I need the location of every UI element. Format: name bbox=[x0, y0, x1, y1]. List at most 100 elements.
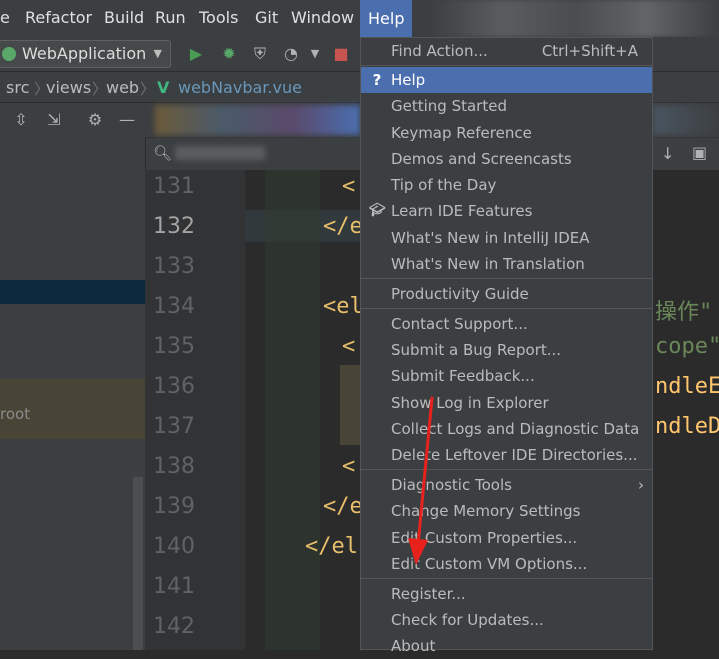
code-token: </e bbox=[323, 494, 363, 519]
run-config-label: WebApplication bbox=[22, 44, 147, 63]
code-token: ndleDe bbox=[655, 414, 719, 439]
menu-window[interactable]: Window bbox=[291, 8, 354, 27]
breadcrumb-separator-icon: 〉 bbox=[140, 80, 156, 98]
run-icon[interactable]: ▶ bbox=[185, 43, 207, 65]
chevron-down-icon: ▼ bbox=[153, 47, 162, 60]
menu-item-label: Keymap Reference bbox=[391, 124, 532, 142]
menu-item-whats-new-idea[interactable]: What's New in IntelliJ IDEA bbox=[361, 225, 652, 251]
menu-edit[interactable]: e bbox=[0, 8, 10, 27]
vue-file-icon: V bbox=[157, 78, 170, 97]
menu-item-label: Tip of the Day bbox=[391, 176, 497, 194]
menu-item-check-updates[interactable]: Check for Updates... bbox=[361, 607, 652, 633]
expand-all-icon[interactable]: ⇳ bbox=[10, 109, 32, 131]
menu-item-productivity-guide[interactable]: Productivity Guide bbox=[361, 281, 652, 307]
code-token: 操作" fi bbox=[655, 300, 719, 325]
debug-icon[interactable]: ✹ bbox=[218, 43, 240, 65]
selected-tree-row[interactable] bbox=[0, 280, 145, 304]
menu-item-show-log[interactable]: Show Log in Explorer bbox=[361, 390, 652, 416]
menu-item-label: Demos and Screencasts bbox=[391, 150, 572, 168]
menu-item-diagnostic-tools[interactable]: Diagnostic Tools › bbox=[361, 472, 652, 498]
editor-tab[interactable] bbox=[653, 105, 719, 135]
breadcrumb-separator-icon: 〉 bbox=[92, 80, 108, 98]
menu-item-delete-leftover[interactable]: Delete Leftover IDE Directories... bbox=[361, 442, 652, 468]
menu-item-label: Diagnostic Tools bbox=[391, 476, 512, 494]
collapse-all-icon[interactable]: ⇲ bbox=[43, 109, 65, 131]
menu-item-label: Check for Updates... bbox=[391, 611, 544, 629]
code-token: <el bbox=[323, 294, 363, 319]
profiler-icon[interactable]: ◔ bbox=[280, 43, 302, 65]
menu-separator bbox=[361, 65, 652, 66]
line-number-gutter: 131 132 133 134 135 136 137 138 139 140 … bbox=[145, 170, 245, 650]
menu-item-change-memory[interactable]: Change Memory Settings bbox=[361, 498, 652, 524]
menu-item-label: Submit a Bug Report... bbox=[391, 341, 562, 359]
menu-item-whats-new-translation[interactable]: What's New in Translation bbox=[361, 251, 652, 277]
chevron-right-icon: › bbox=[638, 476, 644, 494]
menu-tools[interactable]: Tools bbox=[199, 8, 238, 27]
minimize-icon[interactable]: — bbox=[116, 109, 138, 131]
arrow-down-icon[interactable]: ↓ bbox=[661, 144, 674, 163]
menu-item-register[interactable]: Register... bbox=[361, 581, 652, 607]
indent-highlight bbox=[340, 365, 360, 445]
menu-item-shortcut: Ctrl+Shift+A bbox=[541, 42, 638, 60]
menu-git[interactable]: Git bbox=[255, 8, 278, 27]
menu-item-label: Productivity Guide bbox=[391, 285, 529, 303]
menu-item-about[interactable]: About bbox=[361, 633, 652, 659]
breadcrumb-views[interactable]: views bbox=[46, 78, 91, 97]
menu-run[interactable]: Run bbox=[155, 8, 186, 27]
coverage-icon[interactable]: ⛨ bbox=[249, 43, 271, 65]
menu-item-demos[interactable]: Demos and Screencasts bbox=[361, 146, 652, 172]
editor-tab[interactable] bbox=[155, 105, 360, 135]
menu-item-collect-logs[interactable]: Collect Logs and Diagnostic Data bbox=[361, 416, 652, 442]
menu-build[interactable]: Build bbox=[104, 8, 144, 27]
menu-item-keymap-reference[interactable]: Keymap Reference bbox=[361, 120, 652, 146]
code-token: < bbox=[342, 334, 356, 359]
menu-item-label: Getting Started bbox=[391, 97, 507, 115]
menu-item-label: Delete Leftover IDE Directories... bbox=[391, 446, 638, 464]
menu-item-getting-started[interactable]: Getting Started bbox=[361, 93, 652, 119]
code-token: cope" bbox=[655, 334, 719, 359]
line-number: 139 bbox=[153, 494, 195, 519]
line-number: 131 bbox=[153, 174, 195, 199]
scrollbar[interactable] bbox=[133, 477, 143, 650]
menu-item-submit-feedback[interactable]: Submit Feedback... bbox=[361, 363, 652, 389]
menu-item-contact-support[interactable]: Contact Support... bbox=[361, 311, 652, 337]
line-number: 136 bbox=[153, 374, 195, 399]
menu-item-label: Submit Feedback... bbox=[391, 367, 535, 385]
line-number: 137 bbox=[153, 414, 195, 439]
search-input[interactable] bbox=[175, 146, 265, 160]
run-config-selector[interactable]: WebApplication ▼ bbox=[0, 40, 171, 68]
menu-item-help[interactable]: ? Help bbox=[361, 67, 652, 93]
menu-item-tip-of-the-day[interactable]: Tip of the Day bbox=[361, 172, 652, 198]
code-token: < bbox=[342, 454, 356, 479]
menu-separator bbox=[361, 578, 652, 579]
menu-item-learn-ide-features[interactable]: 🎓︎ Learn IDE Features bbox=[361, 198, 652, 224]
breadcrumb-web[interactable]: web bbox=[106, 78, 139, 97]
blurred-region bbox=[430, 0, 719, 37]
menu-item-label: What's New in IntelliJ IDEA bbox=[391, 229, 590, 247]
menu-item-label: Edit Custom VM Options... bbox=[391, 555, 588, 573]
menu-item-find-action[interactable]: Find Action... Ctrl+Shift+A bbox=[361, 38, 652, 64]
menu-item-edit-custom-properties[interactable]: Edit Custom Properties... bbox=[361, 525, 652, 551]
menu-separator bbox=[361, 308, 652, 309]
menu-item-label: Contact Support... bbox=[391, 315, 528, 333]
menu-refactor[interactable]: Refactor bbox=[25, 8, 92, 27]
line-number: 141 bbox=[153, 574, 195, 599]
menu-separator bbox=[361, 469, 652, 470]
menu-item-label: Help bbox=[391, 71, 426, 89]
menu-item-edit-custom-vm-options[interactable]: Edit Custom VM Options... bbox=[361, 551, 652, 577]
gear-icon[interactable]: ⚙ bbox=[84, 109, 106, 131]
menu-item-submit-bug[interactable]: Submit a Bug Report... bbox=[361, 337, 652, 363]
breadcrumb-file[interactable]: webNavbar.vue bbox=[178, 78, 302, 97]
help-menu: Find Action... Ctrl+Shift+A ? Help Getti… bbox=[360, 37, 653, 655]
spring-boot-icon bbox=[2, 47, 16, 61]
code-token: < bbox=[342, 174, 356, 199]
search-icon: 🔍︎ bbox=[153, 144, 173, 162]
line-number: 132 bbox=[153, 214, 195, 239]
menu-help[interactable]: Help bbox=[360, 0, 413, 37]
tree-root-label: root bbox=[0, 405, 31, 423]
stop-icon[interactable]: ■ bbox=[330, 43, 352, 65]
profiler-dropdown-icon[interactable]: ▼ bbox=[304, 43, 326, 65]
menu-item-label: Edit Custom Properties... bbox=[391, 529, 578, 547]
window-icon[interactable]: ▣ bbox=[692, 143, 707, 162]
breadcrumb-src[interactable]: src bbox=[6, 78, 29, 97]
